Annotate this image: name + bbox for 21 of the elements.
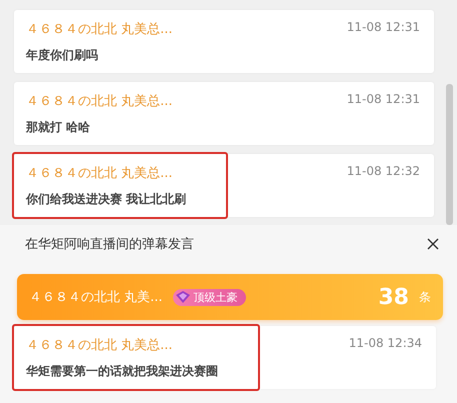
user-name: ４６８４の北北 丸美总... bbox=[26, 20, 173, 38]
user-name: ４６８４の北北 丸美总... bbox=[26, 164, 174, 182]
user-name: ４６８４の北北 丸美... bbox=[29, 289, 163, 306]
gem-icon bbox=[174, 290, 191, 304]
close-icon bbox=[427, 238, 439, 250]
user-name: ４６８４の北北 丸美总... bbox=[26, 92, 173, 110]
message-time: 11-08 12:32 bbox=[346, 163, 421, 180]
message-text: 你们给我送进决赛 我让北北刷 bbox=[26, 190, 186, 208]
message-time: 11-08 12:31 bbox=[346, 19, 421, 36]
message-text: 那就打 哈哈 bbox=[26, 118, 92, 136]
rank-badge: 顶级土豪 bbox=[172, 288, 246, 306]
count-unit: 条 bbox=[419, 288, 431, 306]
close-button[interactable] bbox=[425, 236, 441, 252]
message-text: 华矩需要第一的话就把我架进决赛圈 bbox=[26, 362, 218, 380]
user-name: ４６８４の北北 丸美总... bbox=[26, 336, 174, 354]
message-time: 11-08 12:34 bbox=[348, 335, 423, 352]
scrollbar-thumb[interactable] bbox=[446, 84, 453, 225]
message-count: 38 bbox=[378, 284, 409, 310]
message-text: 年度你们刷吗 bbox=[26, 46, 99, 64]
panel-title: 在华矩阿响直播间的弹幕发言 bbox=[25, 236, 194, 253]
message-time: 11-08 12:31 bbox=[346, 91, 421, 108]
